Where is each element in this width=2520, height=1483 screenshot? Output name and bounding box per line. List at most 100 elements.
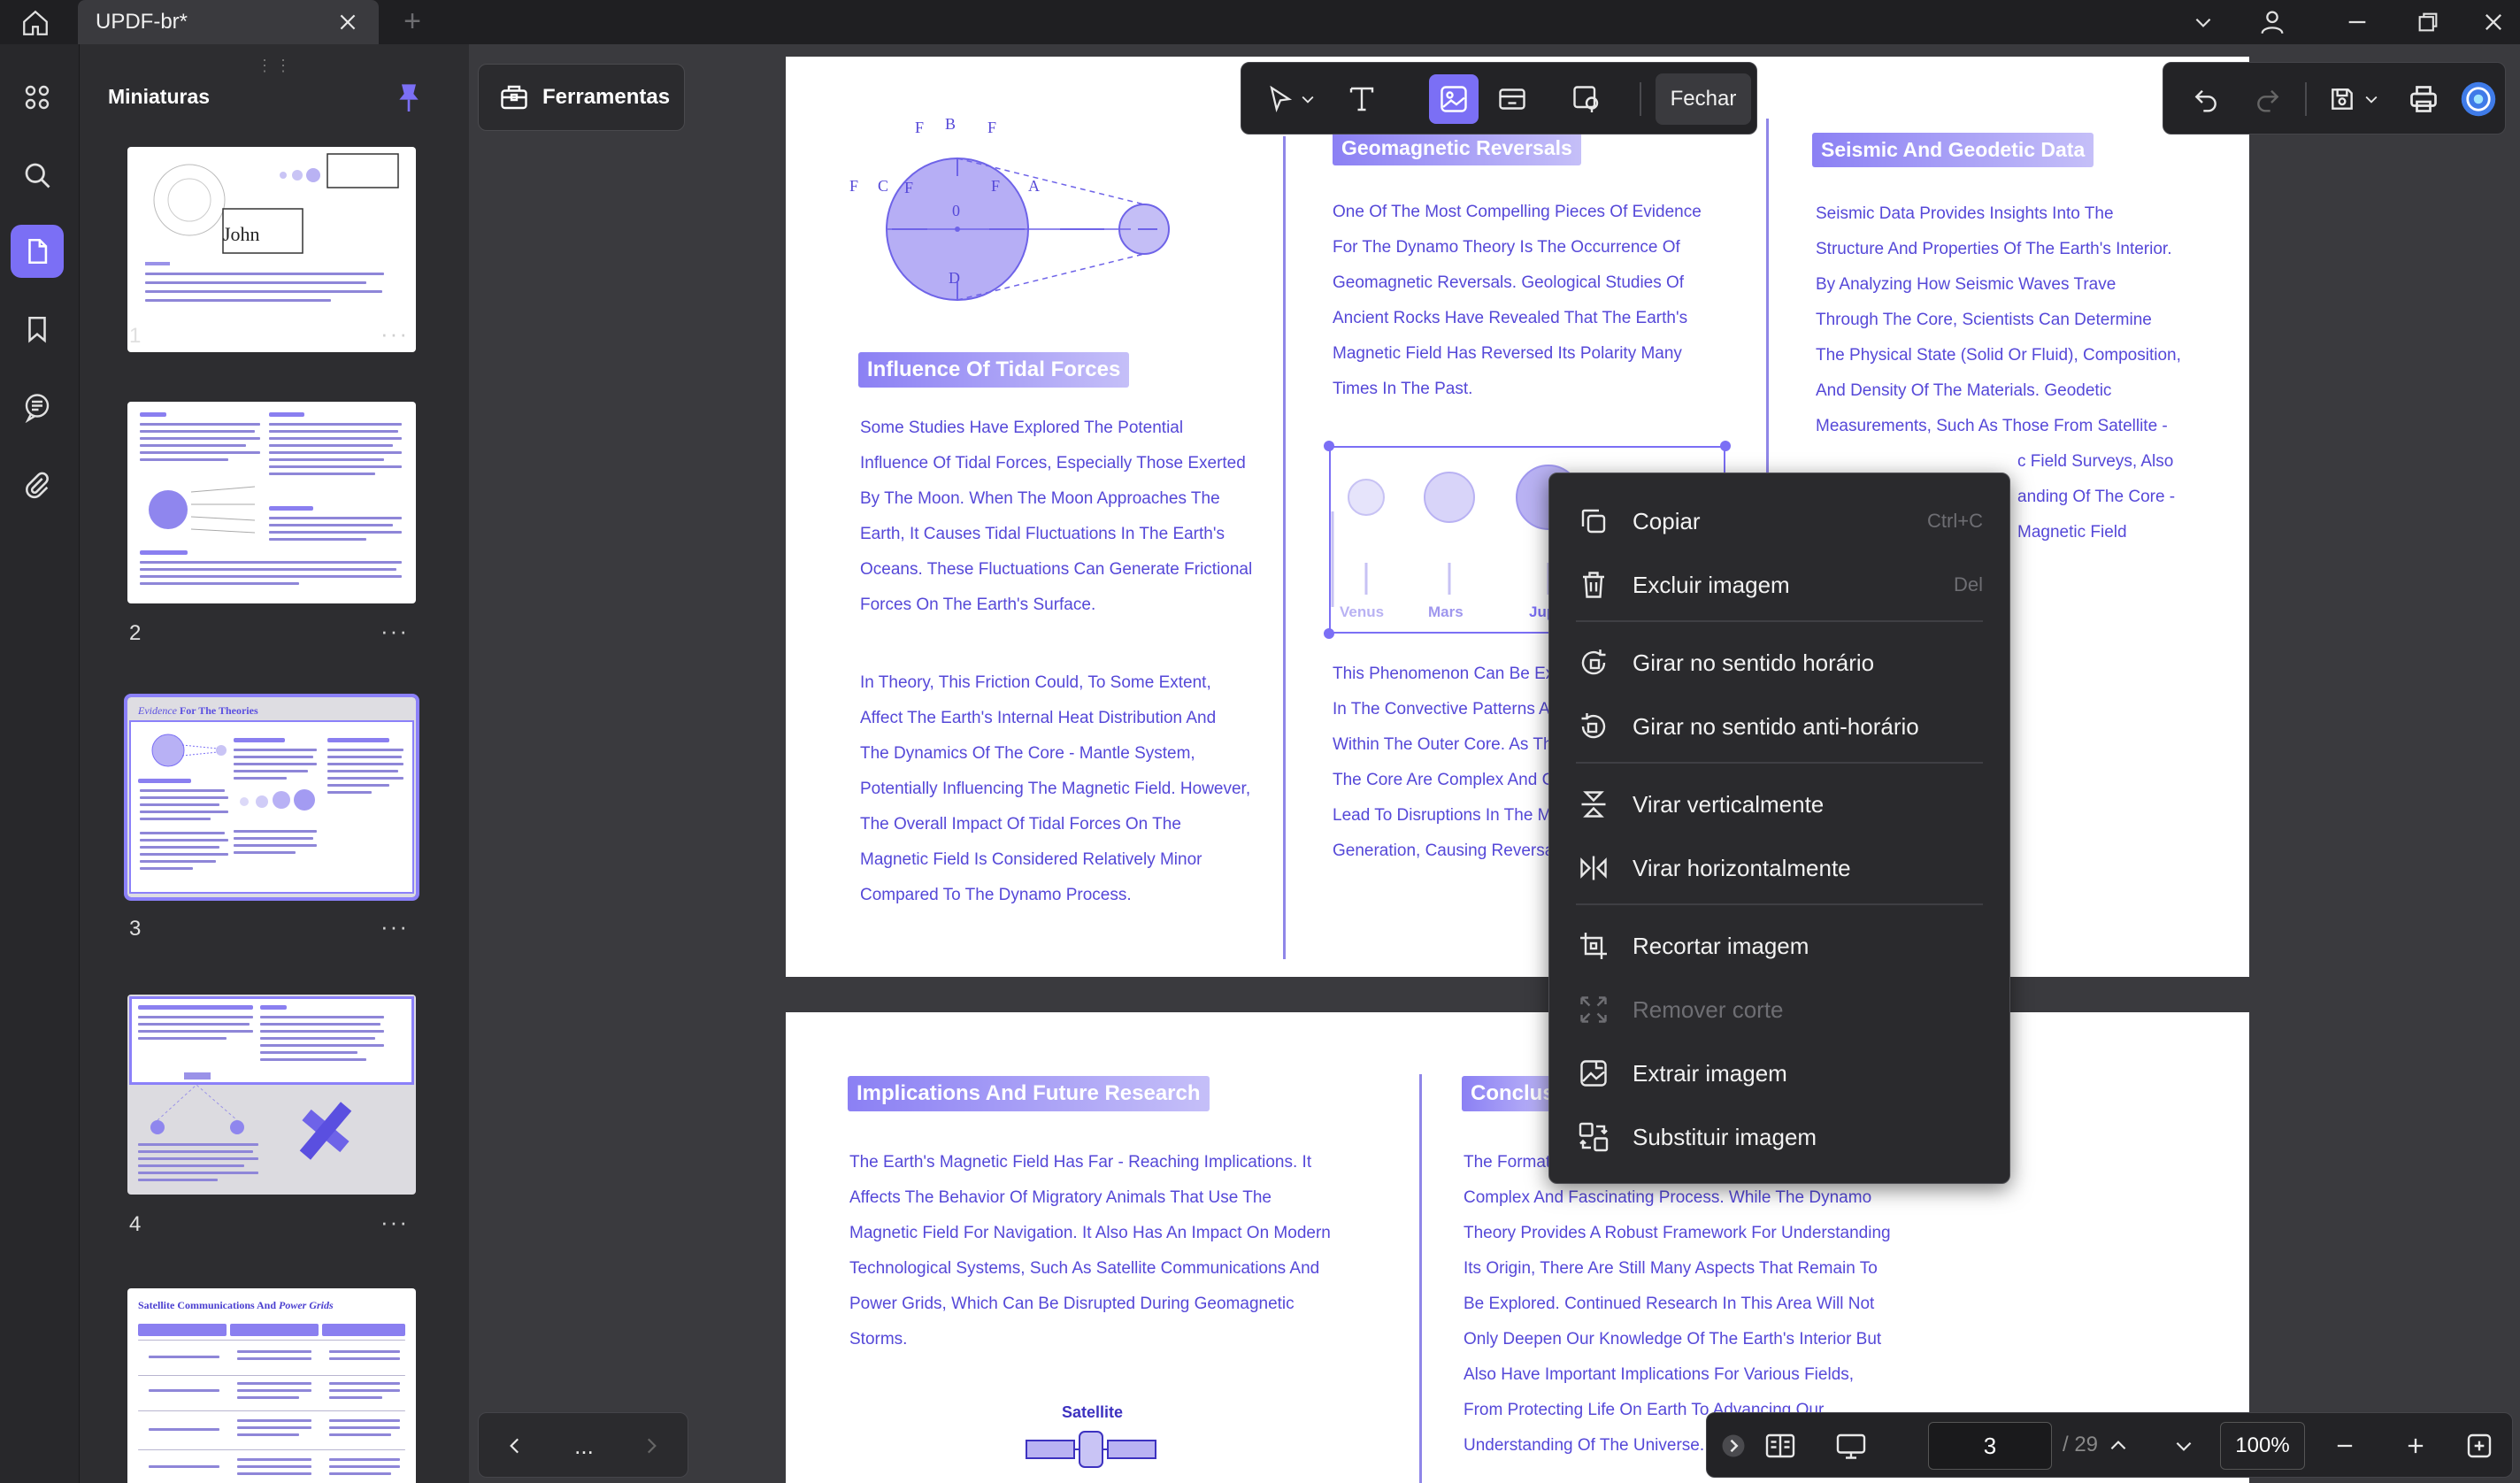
menu-item-flip-vertical[interactable]: Virar verticalmente (1576, 778, 1992, 831)
bookmark-icon[interactable] (11, 303, 64, 356)
page-number-input[interactable] (1928, 1422, 2052, 1470)
chevron-right-icon[interactable] (629, 1424, 673, 1468)
link-location-icon[interactable] (1562, 74, 1611, 124)
menu-item-replace[interactable]: Substituir imagem (1576, 1110, 1992, 1164)
redo-icon[interactable] (2245, 76, 2291, 122)
chevron-down-icon[interactable] (1295, 74, 1321, 124)
chevron-up-icon[interactable] (2096, 1424, 2140, 1468)
close-edit-button[interactable]: Fechar (1656, 73, 1751, 125)
crop-icon (1576, 928, 1611, 964)
page-nav-right: / 29 100% (1706, 1412, 2513, 1478)
thumbnail-title-rest: For The Theories (176, 704, 258, 717)
thumbnail-page-4[interactable] (127, 995, 416, 1195)
section-heading: Influence Of Tidal Forces (858, 352, 1130, 388)
thumbnail-page-1[interactable]: John (127, 147, 416, 352)
apps-grid-icon[interactable] (11, 71, 64, 124)
rotate-cw-icon (1576, 645, 1611, 680)
satellite-diagram (1026, 1431, 1156, 1468)
toolbox-icon (501, 85, 527, 110)
menu-item-delete[interactable]: Excluir imagem Del (1576, 558, 1992, 611)
rotate-ccw-icon (1576, 709, 1611, 744)
pin-icon[interactable] (395, 81, 426, 113)
collapse-nav-icon[interactable] (1716, 1424, 1751, 1468)
chevron-down-icon[interactable] (2182, 5, 2224, 39)
thumbnail-more-icon[interactable]: ··· (380, 913, 409, 941)
thumbnail-page-number: 4 (129, 1212, 142, 1236)
menu-item-extract[interactable]: Extrair imagem (1576, 1047, 1992, 1100)
chevron-left-icon[interactable] (493, 1424, 537, 1468)
menu-item-rotate-counterclockwise[interactable]: Girar no sentido anti-horário (1576, 700, 1992, 753)
search-icon[interactable] (11, 149, 64, 202)
thumbnail-title-italic: Power Grids (279, 1299, 334, 1311)
panel-resize-grip[interactable]: ⋮⋮ (257, 57, 294, 75)
geomagnetic-paragraph-2: This Phenomenon Can Be Ex In The Convecti… (1333, 665, 1555, 860)
thumbnail-page-number: 2 (129, 621, 142, 645)
resize-handle[interactable] (1324, 628, 1334, 639)
undo-icon[interactable] (2183, 76, 2229, 122)
menu-item-flip-horizontal[interactable]: Virar horizontalmente (1576, 841, 1992, 895)
page-total: / 29 (2063, 1433, 2099, 1456)
trash-icon (1576, 567, 1611, 603)
ai-assistant-icon[interactable] (2455, 76, 2501, 122)
thumbnail-page-2[interactable] (127, 402, 416, 603)
diagram-label-b: B (945, 115, 957, 133)
diagram-label-c: C (878, 177, 889, 195)
add-text-icon[interactable] (1337, 74, 1387, 124)
tools-label: Ferramentas (542, 85, 671, 109)
page-nav-left: ... (478, 1412, 688, 1478)
thumbnail-more-icon[interactable]: ··· (380, 618, 409, 645)
add-link-icon[interactable] (1487, 74, 1537, 124)
geomagnetic-paragraph-1: One Of The Most Compelling Pieces Of Evi… (1333, 203, 1702, 398)
title-bar: UPDF-br* + (0, 0, 2520, 44)
menu-item-crop[interactable]: Recortar imagem (1576, 919, 1992, 972)
section-heading: Geomagnetic Reversals (1333, 131, 1581, 165)
edit-image-icon[interactable] (1429, 74, 1479, 124)
print-icon[interactable] (2401, 76, 2447, 122)
menu-item-copy[interactable]: Copiar Ctrl+C (1576, 495, 1992, 548)
fit-page-icon[interactable] (2457, 1424, 2501, 1468)
thumbnails-title: Miniaturas (108, 85, 211, 108)
left-icon-rail (0, 44, 80, 1483)
image-context-menu: Copiar Ctrl+C Excluir imagem Del Girar n… (1548, 473, 2010, 1184)
home-icon[interactable] (12, 5, 58, 41)
replace-image-icon (1576, 1119, 1611, 1155)
thumbnail-more-icon[interactable]: ··· (380, 1209, 409, 1236)
thumbnail-page-number: 3 (129, 917, 142, 941)
resize-handle[interactable] (1324, 441, 1334, 451)
tools-button[interactable]: Ferramentas (478, 64, 685, 131)
thumbnails-icon[interactable] (11, 225, 64, 278)
chevron-down-icon[interactable] (2358, 76, 2385, 122)
new-tab-icon[interactable]: + (398, 6, 426, 37)
tidal-force-diagram[interactable] (848, 110, 1175, 349)
close-window-icon[interactable] (2472, 5, 2515, 39)
tidal-paragraph-1: Some Studies Have Explored The Potential… (860, 419, 1253, 614)
thumbnail-more-icon[interactable]: ··· (380, 320, 409, 348)
presentation-icon[interactable] (1829, 1424, 1873, 1468)
menu-item-rotate-clockwise[interactable]: Girar no sentido horário (1576, 636, 1992, 689)
menu-item-remove-crop: Remover corte (1576, 983, 1992, 1036)
zoom-out-icon[interactable] (2323, 1424, 2367, 1468)
thumbnails-panel: ⋮⋮ Miniaturas John 1 ··· 2 ··· Evidence … (80, 44, 469, 1483)
document-tab[interactable]: UPDF-br* (78, 0, 379, 44)
thumbnail-page-3[interactable]: Evidence For The Theories (124, 694, 419, 901)
close-tab-icon[interactable] (336, 11, 359, 34)
chevron-down-icon[interactable] (2162, 1424, 2206, 1468)
more-pages-button[interactable]: ... (562, 1424, 606, 1468)
comments-icon[interactable] (11, 380, 64, 434)
minimize-icon[interactable] (2336, 5, 2378, 39)
thumbnail-page-5[interactable]: Satellite Communications And Power Grids (127, 1288, 416, 1483)
thumbnail-page-number: 1 (129, 324, 142, 348)
planet-label: Mars (1428, 603, 1464, 620)
satellite-label: Satellite (1062, 1403, 1124, 1421)
diagram-label-o: 0 (952, 202, 960, 219)
flip-horizontal-icon (1576, 850, 1611, 886)
restore-icon[interactable] (2407, 5, 2449, 39)
account-icon[interactable] (2251, 5, 2293, 39)
shortcut-text: Ctrl+C (1927, 510, 1983, 532)
two-page-view-icon[interactable] (1758, 1424, 1802, 1468)
attachment-icon[interactable] (11, 458, 64, 511)
zoom-in-icon[interactable] (2393, 1424, 2438, 1468)
resize-handle[interactable] (1720, 441, 1731, 451)
diagram-label-a: A (1028, 177, 1040, 195)
zoom-level[interactable]: 100% (2220, 1422, 2305, 1470)
